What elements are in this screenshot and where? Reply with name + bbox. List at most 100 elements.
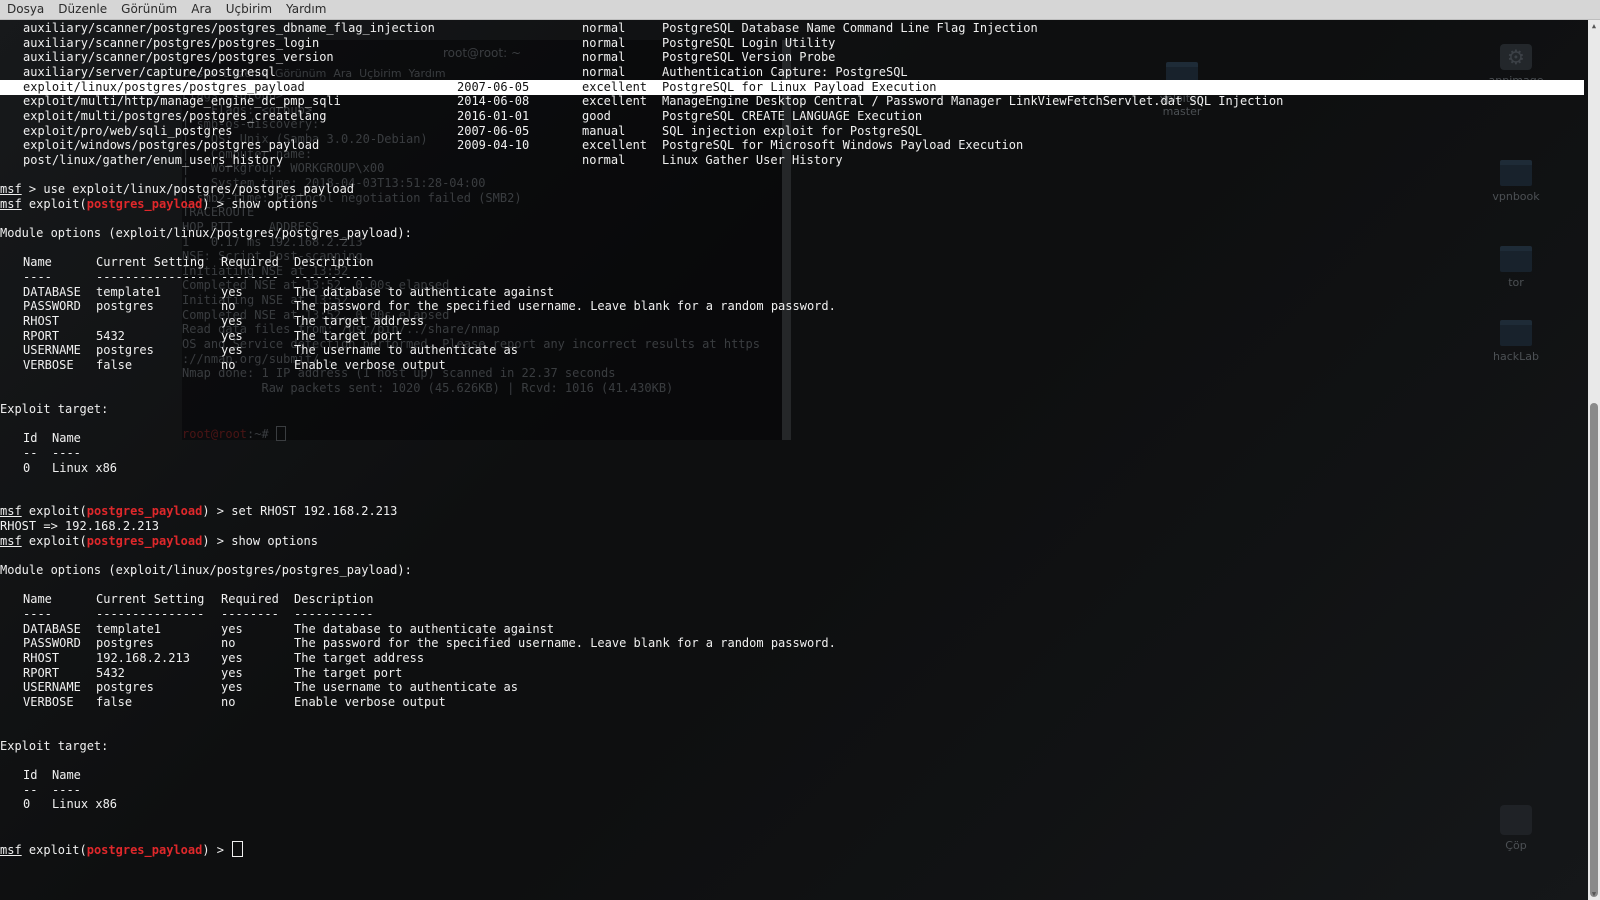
command-text: show options [231, 533, 318, 548]
option-description: Enable verbose output [294, 694, 446, 709]
prompt-exploit: exploit( [21, 533, 87, 548]
target-name: Linux x86 [52, 797, 118, 812]
module-description: PostgreSQL for Linux Payload Execution [662, 79, 937, 94]
target-col-name: Name [52, 431, 81, 446]
module-name: exploit/pro/web/sqli_postgres [23, 123, 233, 138]
prompt-msf: msf [0, 504, 22, 519]
option-required: yes [221, 328, 243, 343]
menu-file[interactable]: Dosya [0, 0, 51, 19]
command-output: RHOST => 192.168.2.213 [0, 519, 159, 534]
module-description: PostgreSQL for Microsoft Windows Payload… [662, 138, 1024, 153]
module-description: SQL injection exploit for PostgreSQL [662, 123, 923, 138]
col-header-name: Name [23, 592, 52, 607]
col-underline: -- [23, 782, 38, 797]
scroll-thumb[interactable] [1590, 403, 1598, 897]
option-setting: postgres [96, 299, 154, 314]
option-description: The username to authenticate as [294, 343, 518, 358]
text-cursor [232, 841, 244, 858]
option-description: The database to authenticate against [294, 621, 555, 636]
module-rank: good [582, 108, 611, 123]
col-header-required: Required [221, 255, 279, 270]
option-setting: postgres [96, 636, 154, 651]
menu-search[interactable]: Ara [184, 0, 219, 19]
option-description: The target address [294, 314, 425, 328]
terminal-scrollbar[interactable]: ▲ ▼ [1588, 20, 1600, 900]
col-underline: -- [23, 445, 38, 460]
col-underline: ---- [23, 607, 52, 621]
module-rank: excellent [582, 94, 648, 109]
menu-edit[interactable]: Düzenle [51, 0, 114, 19]
option-name: RPORT [23, 328, 60, 343]
option-setting: postgres [96, 343, 154, 358]
terminal-menubar: Dosya Düzenle Görünüm Ara Uçbirim Yardım [0, 0, 1600, 20]
prompt-module-name: postgres_payload [86, 843, 203, 858]
module-rank: normal [582, 35, 626, 50]
option-name: RPORT [23, 665, 60, 680]
module-description: PostgreSQL CREATE LANGUAGE Execution [662, 108, 923, 123]
prompt-module-name: postgres_payload [86, 533, 203, 548]
col-underline: ---- [52, 445, 81, 460]
prompt-msf: msf [0, 182, 22, 197]
option-name: USERNAME [23, 343, 81, 358]
option-name: RHOST [23, 314, 60, 328]
module-name: auxiliary/scanner/postgres/postgres_dbna… [23, 21, 435, 35]
command-line: msf exploit(postgres_payload) > show opt… [0, 534, 318, 549]
module-rank: excellent [582, 138, 648, 153]
exploit-target-header: Exploit target: [0, 738, 109, 753]
option-required: yes [221, 650, 243, 665]
module-description: Linux Gather User History [662, 152, 843, 167]
module-name: exploit/multi/http/manage_engine_dc_pmp_… [23, 94, 341, 109]
prompt-module-name: postgres_payload [86, 504, 203, 519]
module-rank: excellent [582, 79, 648, 94]
option-required: yes [221, 621, 243, 636]
option-name: PASSWORD [23, 299, 81, 314]
disclosure-date: 2014-06-08 [457, 94, 530, 109]
col-header-description: Description [294, 592, 374, 607]
module-name: exploit/linux/postgres/postgres_payload [23, 79, 305, 94]
target-col-id: Id [23, 768, 38, 783]
prompt-msf: msf [0, 843, 22, 858]
module-rank: normal [582, 64, 626, 79]
module-description: ManageEngine Desktop Central / Password … [662, 94, 1284, 109]
option-description: Enable verbose output [294, 357, 446, 372]
module-name: auxiliary/scanner/postgres/postgres_logi… [23, 35, 320, 50]
option-name: USERNAME [23, 680, 81, 695]
scroll-up-arrow-icon[interactable]: ▲ [1588, 20, 1600, 32]
option-name: DATABASE [23, 284, 81, 299]
prompt-msf: msf [0, 196, 22, 211]
option-required: no [221, 299, 236, 314]
option-setting: 192.168.2.213 [96, 650, 190, 665]
search-result-row: exploit/linux/postgres/postgres_payload 2… [0, 79, 1584, 95]
menu-view[interactable]: Görünüm [114, 0, 184, 19]
option-setting: false [96, 357, 133, 372]
exploit-target-header: Exploit target: [0, 401, 109, 416]
menu-help[interactable]: Yardım [279, 0, 333, 19]
option-setting: 5432 [96, 328, 125, 343]
module-description: PostgreSQL Login Utility [662, 35, 836, 50]
command-line: msf exploit(postgres_payload) > set RHOS… [0, 504, 397, 519]
option-setting: false [96, 694, 133, 709]
option-description: The username to authenticate as [294, 680, 518, 695]
col-header-name: Name [23, 255, 52, 270]
option-required: yes [221, 680, 243, 695]
col-header-setting: Current Setting [96, 592, 205, 607]
menu-terminal[interactable]: Uçbirim [219, 0, 279, 19]
disclosure-date: 2009-04-10 [457, 138, 530, 153]
option-setting: postgres [96, 680, 154, 695]
target-col-name: Name [52, 768, 81, 783]
option-setting: 5432 [96, 665, 125, 680]
prompt-symbol: ) > [202, 843, 232, 858]
prompt-symbol: ) > [202, 533, 232, 548]
option-name: VERBOSE [23, 357, 74, 372]
module-rank: normal [582, 152, 626, 167]
option-required: yes [221, 314, 243, 328]
col-underline: ----------- [294, 270, 374, 285]
disclosure-date: 2016-01-01 [457, 108, 530, 123]
option-description: The target port [294, 665, 403, 680]
scroll-down-arrow-icon[interactable]: ▼ [1588, 888, 1600, 900]
disclosure-date: 2007-06-05 [457, 79, 530, 94]
col-underline: -------- [221, 607, 279, 621]
terminal-output[interactable]: auxiliary/scanner/postgres/postgres_dbna… [0, 20, 1588, 900]
module-description: Authentication Capture: PostgreSQL [662, 64, 908, 79]
module-description: PostgreSQL Database Name Command Line Fl… [662, 21, 1038, 35]
